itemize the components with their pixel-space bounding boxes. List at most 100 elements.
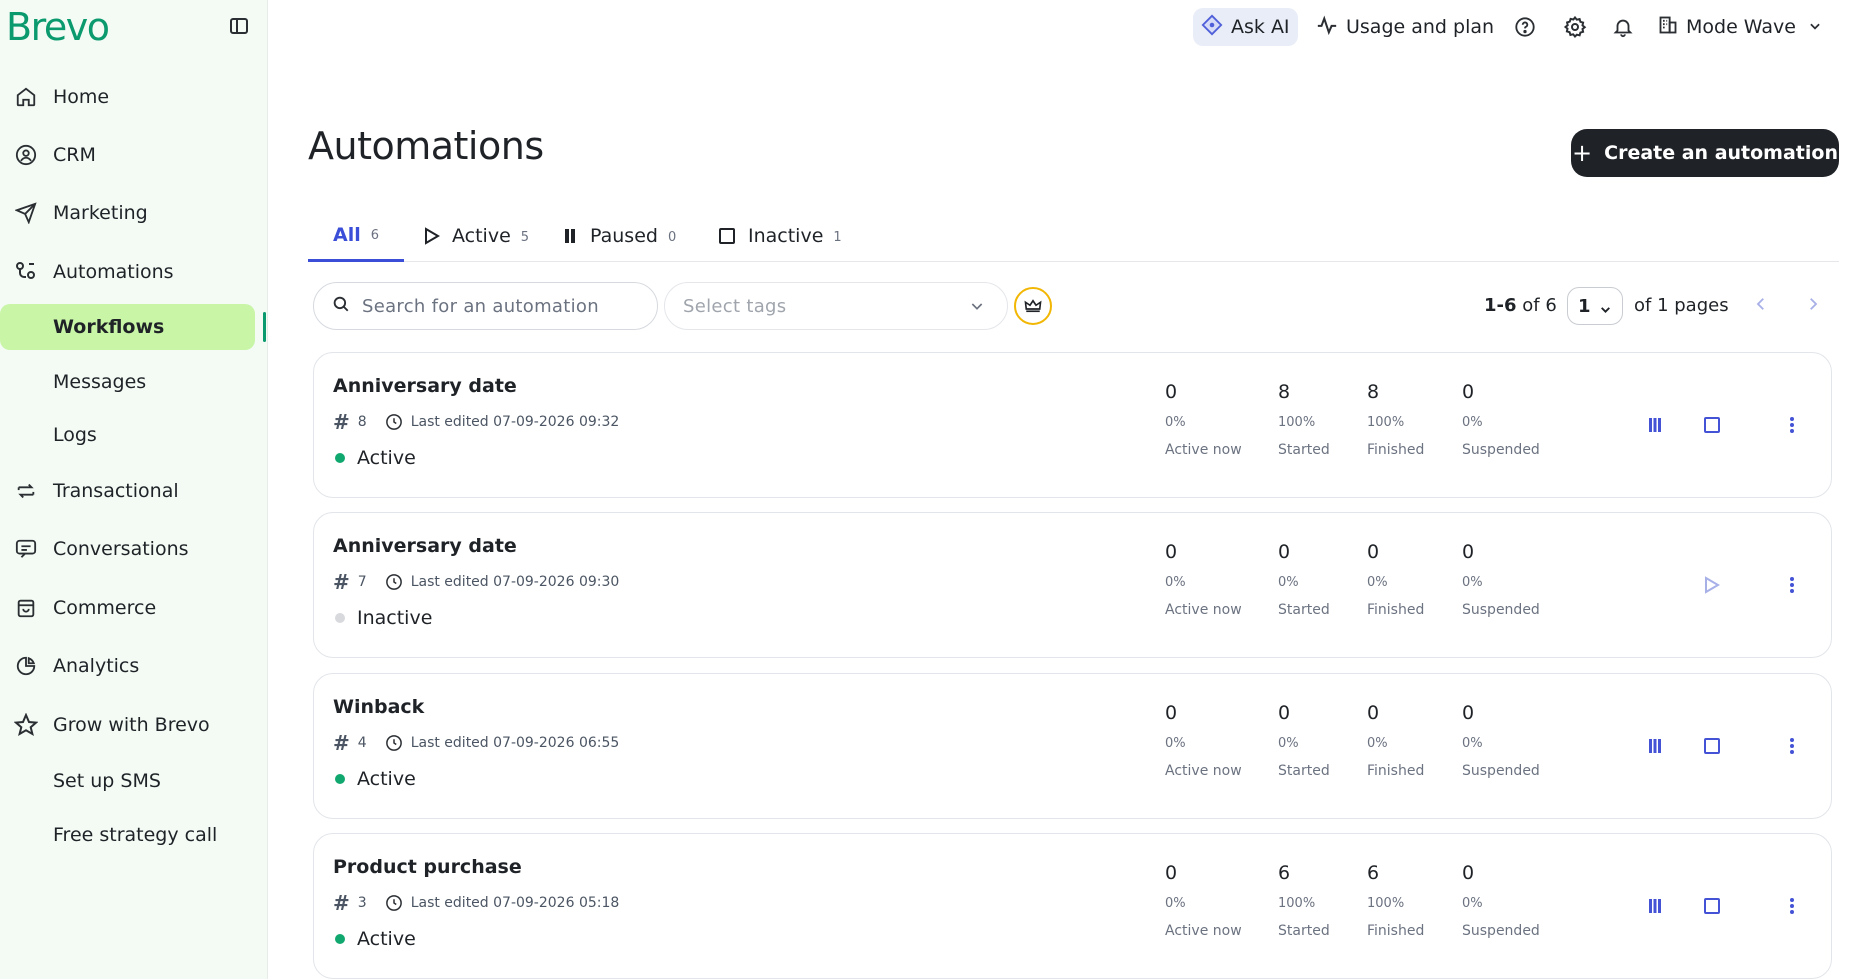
star-icon <box>12 711 40 739</box>
chevron-down-icon <box>1599 300 1612 321</box>
tab-paused[interactable]: Paused 0 <box>564 210 676 262</box>
premium-crown-icon[interactable] <box>1014 287 1052 325</box>
sidebar-item-automations[interactable]: Automations <box>0 250 260 294</box>
settings-gear-icon[interactable] <box>1563 8 1587 46</box>
automation-meta: # 8 Last edited 07-09-2026 09:32 <box>333 410 619 434</box>
create-automation-button[interactable]: + Create an automation <box>1571 129 1839 177</box>
stat-percent: 100% <box>1278 415 1316 430</box>
stat-percent: 0% <box>1462 415 1483 430</box>
stat-percent: 100% <box>1367 896 1405 911</box>
stop-icon <box>718 227 736 245</box>
sidebar-item-conversations[interactable]: Conversations <box>0 527 260 571</box>
sidebar-item-label: Analytics <box>53 655 140 677</box>
stat-label: Suspended <box>1462 763 1540 779</box>
pause-icon[interactable] <box>1643 734 1667 758</box>
stop-icon[interactable] <box>1700 894 1724 918</box>
account-menu-button[interactable]: Mode Wave <box>1658 8 1822 46</box>
automation-card[interactable]: Product purchase # 3 Last edited 07-09-2… <box>313 833 1832 979</box>
contacts-icon <box>12 141 40 169</box>
shopping-bag-icon <box>12 594 40 622</box>
search-input[interactable]: Search for an automation <box>313 282 658 330</box>
status-dot <box>335 613 345 623</box>
stop-icon[interactable] <box>1700 734 1724 758</box>
sidebar-item-workflows[interactable]: Workflows <box>0 304 255 350</box>
tags-placeholder: Select tags <box>683 295 787 317</box>
pause-icon[interactable] <box>1643 413 1667 437</box>
stat-percent: 0% <box>1165 575 1186 590</box>
chevron-right-icon[interactable] <box>1804 295 1822 317</box>
usage-and-plan-button[interactable]: Usage and plan <box>1316 8 1494 46</box>
stat-started: 0 0% Started <box>1278 702 1330 779</box>
automation-title[interactable]: Anniversary date <box>333 535 517 557</box>
automation-card[interactable]: Anniversary date # 8 Last edited 07-09-2… <box>313 352 1832 498</box>
pagination-pages: of 1 pages <box>1634 295 1729 316</box>
sidebar-item-label: Automations <box>53 261 174 283</box>
sidebar-item-transactional[interactable]: Transactional <box>0 469 260 513</box>
status-badge: Active <box>335 768 416 790</box>
automation-meta: # 4 Last edited 07-09-2026 06:55 <box>333 731 619 755</box>
sidebar-item-grow-with-brevo[interactable]: Grow with Brevo <box>0 703 260 747</box>
pause-icon[interactable] <box>1643 894 1667 918</box>
automation-card[interactable]: Anniversary date # 7 Last edited 07-09-2… <box>313 512 1832 658</box>
hash-icon: # <box>333 891 350 915</box>
more-vertical-icon[interactable] <box>1780 734 1804 758</box>
notifications-bell-icon[interactable] <box>1612 8 1634 46</box>
clock-icon <box>385 413 403 431</box>
help-icon[interactable] <box>1514 8 1536 46</box>
automation-title[interactable]: Product purchase <box>333 856 522 878</box>
stat-started: 8 100% Started <box>1278 381 1330 458</box>
stat-value: 0 <box>1165 862 1178 884</box>
stat-value: 0 <box>1278 541 1291 563</box>
hash-icon: # <box>333 570 350 594</box>
chevron-down-icon <box>1808 18 1822 37</box>
automation-id: 7 <box>357 574 367 590</box>
sidebar-item-label: Home <box>53 86 110 108</box>
stat-label: Active now <box>1165 923 1242 939</box>
more-vertical-icon[interactable] <box>1780 573 1804 597</box>
sidebar-item-analytics[interactable]: Analytics <box>0 644 260 688</box>
automation-title[interactable]: Anniversary date <box>333 375 517 397</box>
send-icon <box>12 199 40 227</box>
sidebar-item-crm[interactable]: CRM <box>0 133 260 177</box>
sidebar-item-logs[interactable]: Logs <box>0 412 255 458</box>
sidebar-item-free-strategy-call[interactable]: Free strategy call <box>0 812 255 858</box>
play-icon[interactable] <box>1700 573 1724 597</box>
stat-value: 8 <box>1278 381 1291 403</box>
page-select[interactable]: 1 <box>1567 287 1623 325</box>
tab-all[interactable]: All 6 <box>308 210 404 262</box>
stat-label: Finished <box>1367 602 1425 618</box>
stat-active-now: 0 0% Active now <box>1165 541 1242 618</box>
sidebar-collapse-icon[interactable] <box>230 18 248 34</box>
status-label: Active <box>357 447 416 469</box>
more-vertical-icon[interactable] <box>1780 413 1804 437</box>
tab-label: Active <box>452 225 511 247</box>
sidebar-item-commerce[interactable]: Commerce <box>0 586 260 630</box>
tab-active[interactable]: Active 5 <box>424 210 529 262</box>
more-vertical-icon[interactable] <box>1780 894 1804 918</box>
tags-select[interactable]: Select tags <box>664 282 1008 330</box>
building-icon <box>1658 15 1678 39</box>
stat-active-now: 0 0% Active now <box>1165 381 1242 458</box>
chevron-left-icon[interactable] <box>1752 295 1770 317</box>
stat-label: Finished <box>1367 923 1425 939</box>
automation-title[interactable]: Winback <box>333 696 424 718</box>
pie-chart-icon <box>12 652 40 680</box>
stat-percent: 0% <box>1367 575 1388 590</box>
stat-label: Started <box>1278 602 1330 618</box>
sidebar-item-set-up-sms[interactable]: Set up SMS <box>0 758 255 804</box>
stat-value: 0 <box>1462 862 1475 884</box>
active-indicator <box>263 312 266 342</box>
sidebar: Brevo Home CRM Marketing Automations Wor… <box>0 0 268 979</box>
status-dot <box>335 774 345 784</box>
sidebar-item-label: Conversations <box>53 538 189 560</box>
sidebar-item-home[interactable]: Home <box>0 75 260 119</box>
sidebar-item-messages[interactable]: Messages <box>0 359 255 405</box>
tab-inactive[interactable]: Inactive 1 <box>718 210 842 262</box>
ask-ai-button[interactable]: Ask AI <box>1193 8 1298 46</box>
automation-card[interactable]: Winback # 4 Last edited 07-09-2026 06:55… <box>313 673 1832 819</box>
stat-value: 0 <box>1165 541 1178 563</box>
sidebar-item-marketing[interactable]: Marketing <box>0 191 260 235</box>
arrows-swap-icon <box>12 477 40 505</box>
brevo-logo[interactable]: Brevo <box>6 5 110 49</box>
stop-icon[interactable] <box>1700 413 1724 437</box>
